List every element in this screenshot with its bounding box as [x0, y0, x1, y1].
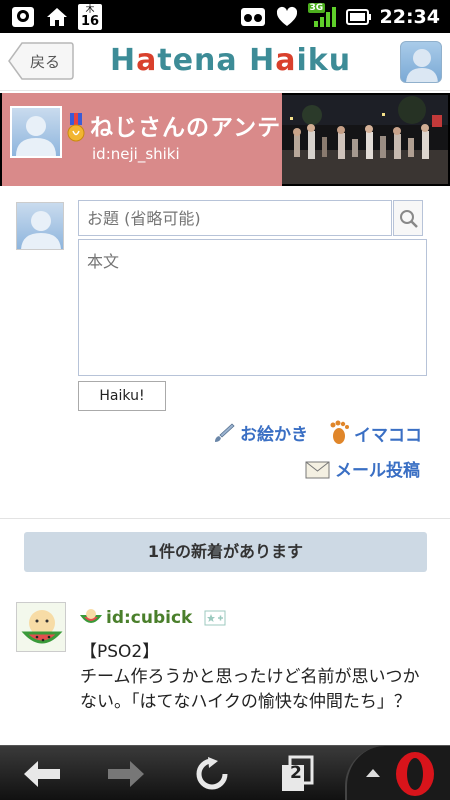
footprint-icon — [330, 420, 349, 444]
chevron-up-icon — [366, 769, 380, 777]
back-button-label: 戻る — [30, 53, 61, 71]
opera-logo-icon — [396, 752, 434, 796]
add-star-icon[interactable] — [204, 609, 226, 627]
arrow-left-icon — [24, 760, 60, 787]
battery-icon — [345, 6, 372, 28]
compose-user-avatar — [16, 202, 64, 250]
antenna-owner-id[interactable]: id:neji_shiki — [92, 145, 180, 163]
app-header: 戻る Hatena Haiku — [0, 33, 450, 91]
keyword-search-button[interactable] — [393, 200, 423, 236]
opera-menu-button[interactable] — [345, 746, 450, 800]
post-body-text: チーム作ろうかと思ったけど名前が思いつかない。「はてなハイクの愉快な仲間たち」？ — [80, 667, 420, 712]
logo-text-h1: H — [110, 43, 137, 78]
logo-text-tena: tena — [157, 43, 238, 78]
browser-reload-button[interactable] — [172, 746, 252, 800]
mail-post-link[interactable]: メール投稿 — [305, 456, 420, 481]
user-silhouette-icon — [16, 116, 56, 156]
browser-tabs-button[interactable]: 2 — [256, 746, 336, 800]
network-type-badge: 3G — [307, 2, 326, 13]
browser-back-button[interactable] — [2, 746, 82, 800]
antenna-title: ねじさんのアンテナ — [90, 115, 306, 141]
banner-photo — [282, 95, 448, 184]
logo-text-a1: a — [136, 43, 158, 78]
hatena-haiku-logo: Hatena Haiku — [110, 43, 350, 79]
user-silhouette-icon — [406, 49, 438, 82]
voicemail-icon — [240, 6, 266, 28]
draw-link[interactable]: お絵かき — [212, 420, 308, 445]
tab-count: 2 — [290, 763, 302, 783]
search-icon — [400, 210, 418, 228]
new-items-notice[interactable]: 1件の新着があります — [24, 532, 427, 572]
clock: 22:34 — [379, 5, 440, 28]
heart-notification-icon — [274, 6, 300, 28]
signal-3g-icon: 3G — [307, 2, 338, 28]
arrow-right-icon — [108, 760, 144, 787]
mail-post-label: メール投稿 — [335, 461, 420, 481]
calendar-icon: 木 16 — [78, 3, 102, 30]
post-author[interactable]: id:cubick — [80, 608, 226, 628]
post-body-line: 【PSO2】 — [80, 642, 160, 662]
haiku-submit-button[interactable]: Haiku! — [78, 381, 166, 411]
browser-forward-button[interactable] — [86, 746, 166, 800]
my-profile-avatar[interactable] — [400, 41, 442, 83]
app-notification-icon — [10, 6, 36, 28]
status-bar: 木 16 3G 22:34 — [0, 0, 450, 33]
imacoco-link-label: イマココ — [354, 425, 422, 446]
user-silhouette-icon — [21, 211, 61, 249]
draw-link-label: お絵かき — [240, 425, 308, 445]
antenna-banner: ねじさんのアンテナ id:neji_shiki — [0, 93, 450, 186]
post-author-id: id:cubick — [106, 608, 193, 628]
paintbrush-icon — [215, 422, 235, 442]
post-body: 【PSO2】 チーム作ろうかと思ったけど名前が思いつかない。「はてなハイクの愉快… — [80, 640, 435, 715]
logo-text-a2: a — [275, 43, 297, 78]
reload-icon — [196, 756, 228, 789]
logo-text-h2: H — [249, 43, 276, 78]
post-body-textarea[interactable] — [78, 239, 427, 376]
logo-text-iku: iku — [296, 43, 352, 78]
post-author-avatar[interactable] — [16, 602, 66, 652]
home-icon — [44, 6, 70, 28]
watermelon-avatar-icon — [17, 603, 65, 651]
medal-icon — [66, 113, 86, 143]
keyword-title-input[interactable] — [78, 200, 392, 236]
imacoco-link[interactable]: イマココ — [328, 420, 422, 446]
antenna-owner-avatar[interactable] — [10, 106, 62, 158]
envelope-icon — [305, 461, 330, 478]
browser-toolbar: 2 — [0, 745, 450, 800]
screen: { "status_bar": { "time": "22:34", "cale… — [0, 0, 450, 800]
back-button[interactable]: 戻る — [8, 42, 74, 80]
watermelon-mini-icon — [80, 609, 102, 623]
section-divider — [0, 518, 450, 519]
